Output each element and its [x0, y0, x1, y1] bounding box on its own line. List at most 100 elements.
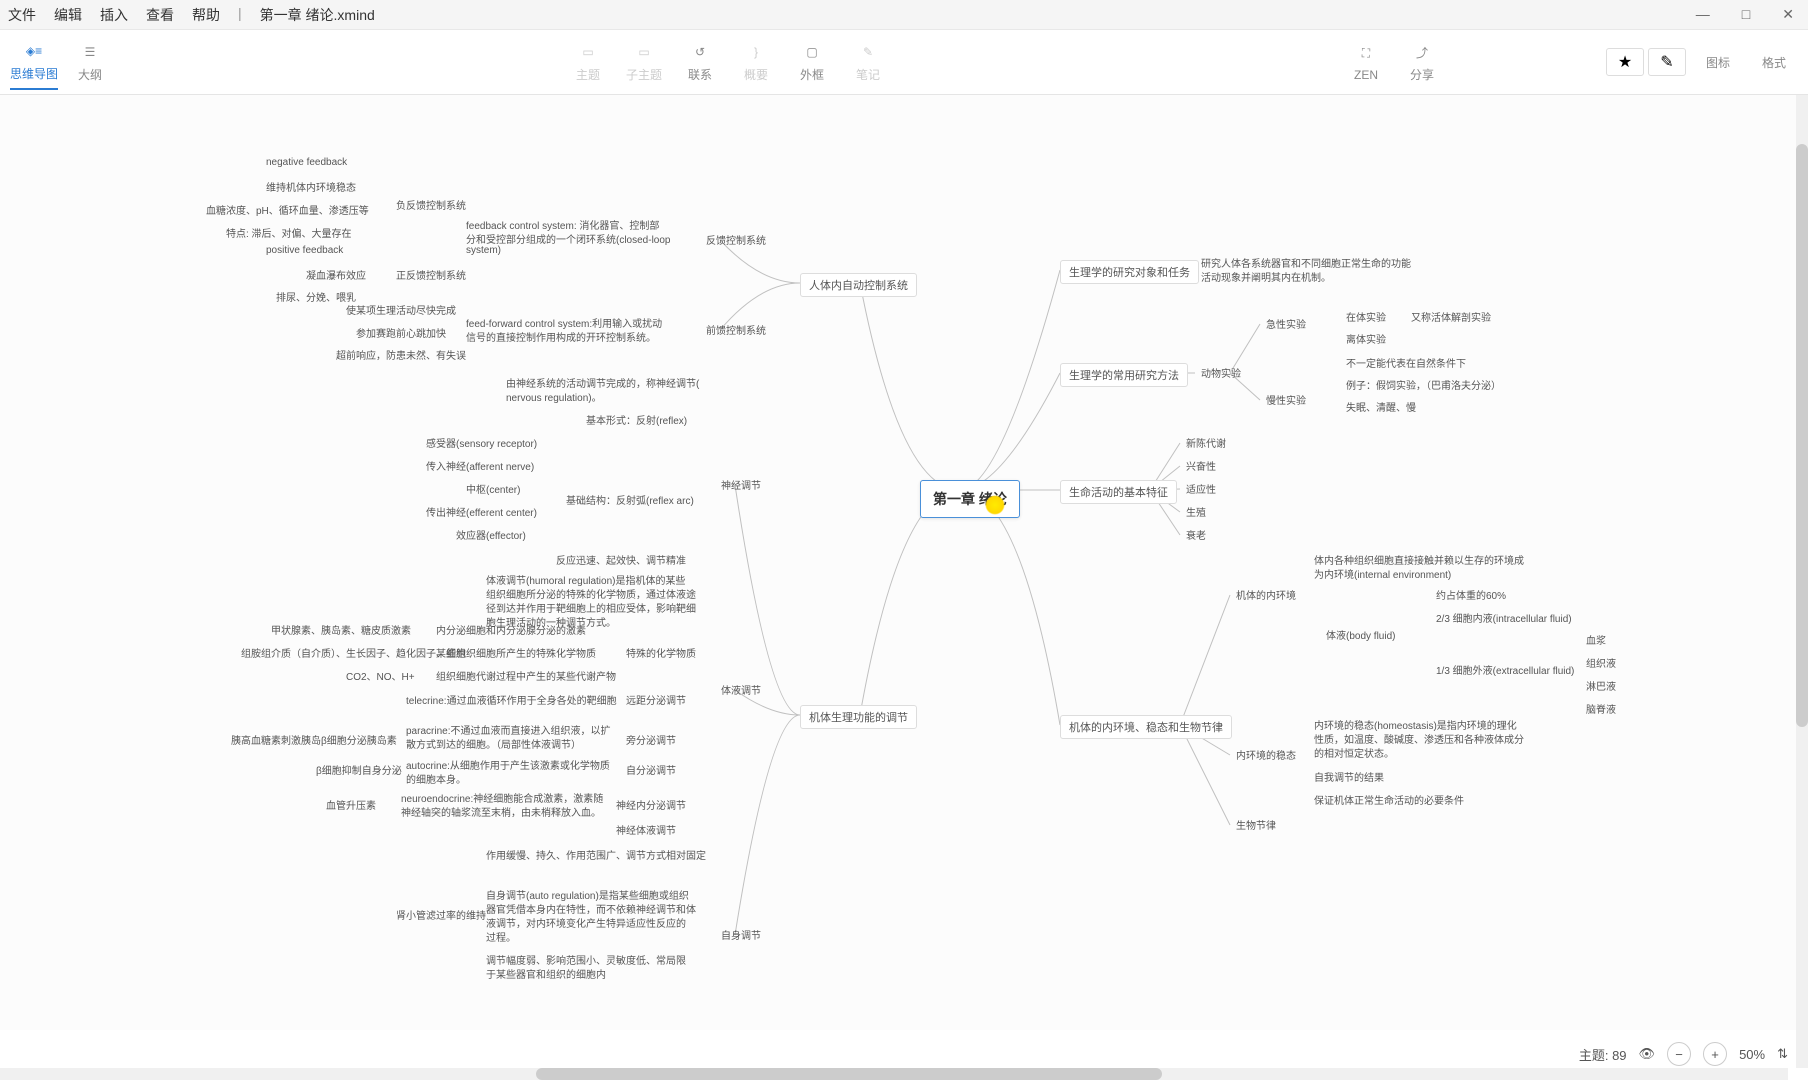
topic-node[interactable]: 组胺组介质（自介质）、生长因子、趋化因子、细胞	[235, 643, 472, 662]
tab-outline[interactable]: ☰ 大纲	[66, 35, 114, 90]
topic-node[interactable]: 体液(body fluid)	[1320, 625, 1401, 644]
topic-node[interactable]: 反馈控制系统	[700, 230, 772, 249]
topic-node[interactable]: 1/3 细胞外液(extracellular fluid)	[1430, 660, 1580, 679]
topic-node[interactable]: 失眠、清醒、慢	[1340, 397, 1422, 416]
minimize-button[interactable]: —	[1690, 6, 1716, 23]
topic-node[interactable]: 特殊的化学物质	[620, 643, 702, 662]
topic-node[interactable]: 维持机体内环境稳态	[260, 177, 362, 196]
topic-node[interactable]: 例子：假饲实验，（巴甫洛夫分泌）	[1340, 375, 1507, 394]
hscroll-thumb[interactable]	[536, 1068, 1162, 1080]
tool-relation[interactable]: ↺联系	[676, 35, 724, 90]
topic-node[interactable]: 自身调节	[715, 925, 767, 944]
topic-node[interactable]: 于某些器官和组织的细胞内	[480, 964, 612, 983]
close-button[interactable]: ✕	[1776, 6, 1800, 23]
topic-node[interactable]: 血浆	[1580, 630, 1612, 649]
menu-file[interactable]: 文件	[8, 5, 36, 25]
topic-node[interactable]: 旁分泌调节	[620, 730, 682, 749]
topic-node[interactable]: 新陈代谢	[1180, 433, 1232, 452]
topic-node[interactable]: 传入神经(afferent nerve)	[420, 456, 540, 475]
topic-node[interactable]: negative feedback	[260, 155, 353, 170]
topic-node[interactable]: 为内环境(internal environment)	[1308, 564, 1457, 583]
topic-node[interactable]: 正反馈控制系统	[390, 265, 472, 284]
topic-node[interactable]: 内分泌细胞和内分泌腺分泌的激素	[430, 620, 592, 639]
central-topic[interactable]: 第一章 绪论	[920, 480, 1020, 518]
topic-node[interactable]: 内环境的稳态	[1230, 745, 1302, 764]
topic-node[interactable]: nervous regulation)。	[500, 387, 608, 406]
topic-node[interactable]: 神经内分泌调节	[610, 795, 692, 814]
topic-node[interactable]: 兴奋性	[1180, 456, 1222, 475]
tool-share[interactable]: ⤴分享	[1398, 35, 1446, 90]
zoom-stepper[interactable]: ⇅	[1777, 1046, 1788, 1062]
topic-node[interactable]: 散方式到达的细胞。（局部性体液调节）	[400, 734, 587, 753]
star-button[interactable]: ★	[1606, 48, 1644, 76]
topic-node[interactable]: 人体内自动控制系统	[800, 273, 917, 297]
topic-node[interactable]: 甲状腺素、胰岛素、糖皮质激素	[265, 620, 417, 639]
topic-node[interactable]: 的相对恒定状态。	[1308, 743, 1400, 762]
topic-node[interactable]: 神经调节	[715, 475, 767, 494]
topic-node[interactable]: 超前响应，防患未然、有失误	[330, 345, 472, 364]
menu-insert[interactable]: 插入	[100, 5, 128, 25]
topic-node[interactable]: 特点: 滞后、对偏、大量存在	[220, 223, 358, 242]
topic-node[interactable]: 动物实验	[1195, 363, 1247, 382]
topic-node[interactable]: 参加赛跑前心跳加快	[350, 323, 452, 342]
topic-node[interactable]: 信号的直接控制作用构成的开环控制系统。	[460, 327, 662, 346]
topic-node[interactable]: 远距分泌调节	[620, 690, 692, 709]
zoom-in-button[interactable]: +	[1703, 1042, 1727, 1066]
topic-node[interactable]: 效应器(effector)	[450, 525, 532, 544]
topic-node[interactable]: 血糖浓度、pH、循环血量、渗透压等	[200, 200, 375, 219]
topic-node[interactable]: system)	[460, 243, 507, 258]
topic-node[interactable]: 急性实验	[1260, 314, 1312, 333]
zoom-out-button[interactable]: −	[1667, 1042, 1691, 1066]
topic-node[interactable]: 离体实验	[1340, 329, 1392, 348]
topic-node[interactable]: telecrine:通过血液循环作用于全身各处的靶细胞	[400, 690, 623, 709]
topic-node[interactable]: 神经体液调节	[610, 820, 682, 839]
topic-node[interactable]: positive feedback	[260, 243, 349, 258]
mindmap-canvas[interactable]: 生理学的研究对象和任务研究人体各系统器官和不同细胞正常生命的功能活动现象并阐明其…	[0, 95, 1808, 1030]
topic-node[interactable]: 又称活体解剖实验	[1405, 307, 1497, 326]
topic-node[interactable]: 基础结构：反射弧(reflex arc)	[560, 490, 700, 509]
topic-node[interactable]: 生理学的常用研究方法	[1060, 363, 1188, 387]
topic-node[interactable]: 机体的内环境	[1230, 585, 1302, 604]
topic-node[interactable]: 自分泌调节	[620, 760, 682, 779]
topic-node[interactable]: 前馈控制系统	[700, 320, 772, 339]
topic-node[interactable]: 2/3 细胞内液(intracellular fluid)	[1430, 608, 1578, 627]
topic-node[interactable]: 生命活动的基本特征	[1060, 480, 1177, 504]
topic-node[interactable]: 组织液	[1580, 653, 1622, 672]
topic-node[interactable]: 适应性	[1180, 479, 1222, 498]
topic-node[interactable]: 胰高血糖素刺激胰岛β细胞分泌胰岛素	[225, 730, 403, 749]
topic-node[interactable]: 传出神经(efferent center)	[420, 502, 543, 521]
topic-node[interactable]: 不一定能代表在自然条件下	[1340, 353, 1472, 372]
maximize-button[interactable]: □	[1736, 6, 1756, 23]
topic-node[interactable]: 作用缓慢、持久、作用范围广、调节方式相对固定	[480, 845, 712, 864]
topic-node[interactable]: 慢性实验	[1260, 390, 1312, 409]
topic-node[interactable]: 使某项生理活动尽快完成	[340, 300, 462, 319]
topic-node[interactable]: 体液调节	[715, 680, 767, 699]
topic-node[interactable]: 的细胞本身。	[400, 769, 472, 788]
topic-node[interactable]: 机体的内环境、稳态和生物节律	[1060, 715, 1232, 739]
brush-button[interactable]: ✎	[1648, 48, 1686, 76]
tool-format[interactable]: 格式	[1750, 35, 1798, 90]
topic-node[interactable]: 神经轴突的轴浆流至末梢，由未梢释放入血。	[395, 802, 607, 821]
tab-mindmap[interactable]: ◈≡ 思维导图	[10, 35, 58, 90]
eye-icon[interactable]: 👁	[1639, 1046, 1656, 1062]
vscroll-thumb[interactable]	[1796, 144, 1808, 728]
topic-node[interactable]: β细胞抑制自身分泌	[310, 760, 408, 779]
topic-node[interactable]: 约占体重的60%	[1430, 585, 1512, 604]
topic-node[interactable]: 反应迅速、起效快、调节精准	[550, 550, 692, 569]
menu-help[interactable]: 帮助	[192, 5, 220, 25]
menu-edit[interactable]: 编辑	[54, 5, 82, 25]
topic-node[interactable]: 感受器(sensory receptor)	[420, 433, 543, 452]
topic-node[interactable]: 生物节律	[1230, 815, 1282, 834]
topic-node[interactable]: CO2、NO、H+	[340, 666, 421, 685]
topic-node[interactable]: 在体实验	[1340, 307, 1392, 326]
topic-node[interactable]: 基本形式：反射(reflex)	[580, 410, 693, 429]
tool-icons[interactable]: 图标	[1694, 35, 1742, 90]
topic-node[interactable]: 保证机体正常生命活动的必要条件	[1308, 790, 1470, 809]
tool-zen[interactable]: ⛶ZEN	[1342, 35, 1390, 90]
topic-node[interactable]: 中枢(center)	[460, 479, 526, 498]
topic-node[interactable]: 血管升压素	[320, 795, 382, 814]
topic-node[interactable]: 过程。	[480, 927, 522, 946]
menu-view[interactable]: 查看	[146, 5, 174, 25]
topic-node[interactable]: 衰老	[1180, 525, 1212, 544]
vertical-scrollbar[interactable]	[1796, 95, 1808, 1068]
